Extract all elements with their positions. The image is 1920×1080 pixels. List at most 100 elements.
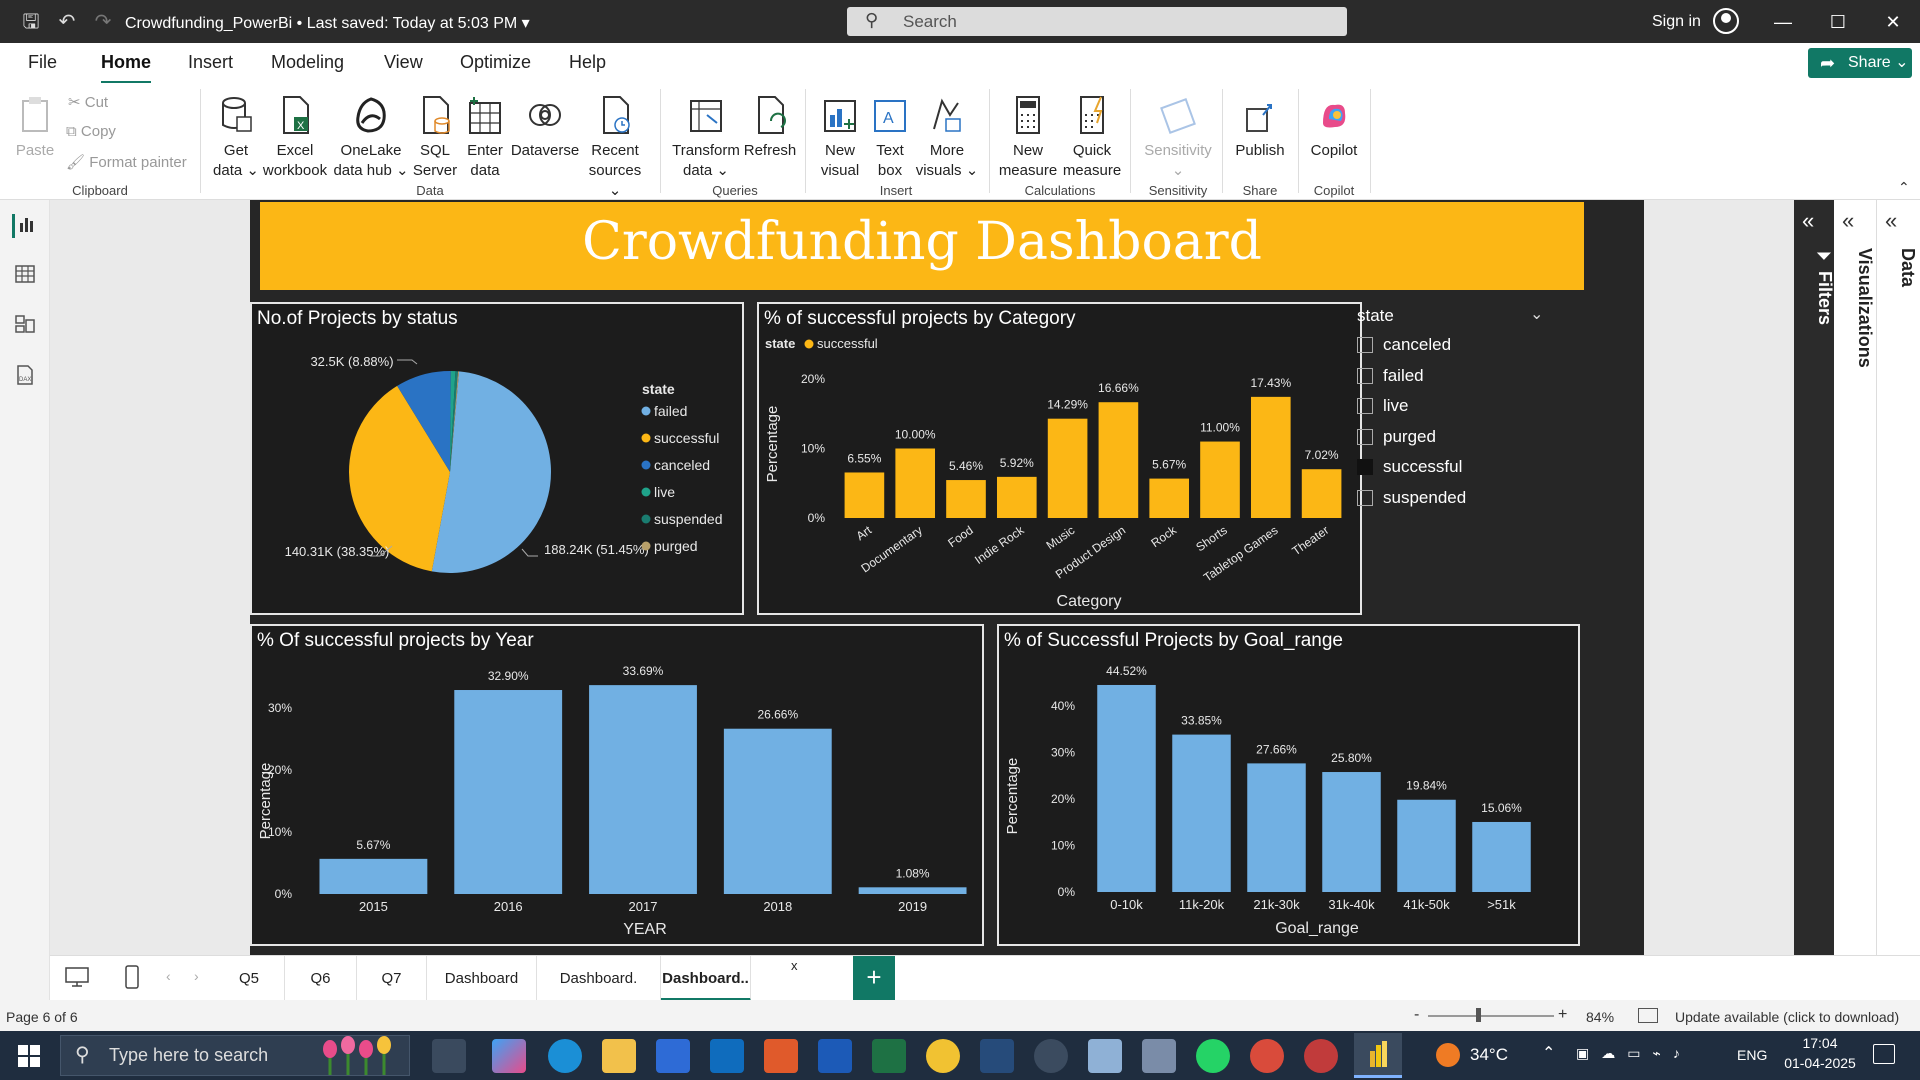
publish-button[interactable]: Publish	[1230, 93, 1290, 161]
snipping-tool-icon[interactable]	[980, 1039, 1014, 1073]
chevron-down-icon[interactable]: ⌄	[1530, 304, 1543, 324]
bar-Tabletop Games[interactable]	[1250, 396, 1291, 518]
chrome-profile-icon[interactable]	[1304, 1039, 1338, 1073]
page-tab-3[interactable]: Q7	[357, 956, 427, 1001]
bar-2015[interactable]	[319, 858, 428, 894]
onelake-data-hub-button[interactable]: OneLake data hub ⌄	[332, 93, 410, 181]
enter-data-button[interactable]: Enter data	[462, 93, 508, 181]
quick-measure-button[interactable]: Quick measure	[1060, 93, 1124, 181]
file-explorer-icon[interactable]	[602, 1039, 636, 1073]
close-icon[interactable]: ✕	[1878, 8, 1908, 36]
excel-workbook-button[interactable]: X Excel workbook	[262, 93, 328, 181]
year-bar-chart[interactable]: 0%10%20%30%5.67%201532.90%201633.69%2017…	[252, 626, 982, 944]
category-bar-chart[interactable]: state successful0%10%20%6.55%Art10.00%Doc…	[759, 304, 1360, 613]
checkbox[interactable]	[1357, 367, 1373, 384]
search-input[interactable]: ⚲ Search	[847, 7, 1347, 36]
menu-file[interactable]: File	[28, 52, 57, 73]
checkbox[interactable]	[1357, 428, 1373, 445]
checkbox[interactable]	[1357, 489, 1373, 506]
refresh-button[interactable]: Refresh	[742, 93, 798, 161]
edge-icon[interactable]	[548, 1039, 582, 1073]
filters-pane[interactable]: « ⏷ Filters	[1794, 200, 1835, 955]
clock[interactable]: 17:04 01-04-2025	[1780, 1035, 1860, 1071]
save-icon[interactable]: 🖫	[18, 9, 44, 35]
windows-start-icon[interactable]	[18, 1045, 40, 1067]
sign-in-link[interactable]: Sign in	[1652, 13, 1701, 31]
chevron-right-icon[interactable]: ›	[194, 968, 199, 984]
menu-insert[interactable]: Insert	[188, 52, 233, 73]
tray-icons[interactable]: ▣☁▭⌁♪	[1576, 1045, 1726, 1065]
avatar-icon[interactable]	[1713, 8, 1739, 34]
notes-icon[interactable]	[1088, 1039, 1122, 1073]
bar-21k-30k[interactable]	[1247, 763, 1306, 892]
expand-icon[interactable]: «	[1802, 208, 1814, 234]
bar-Product Design[interactable]	[1098, 402, 1139, 518]
format-painter-button[interactable]: 🖌 Format painter	[66, 153, 187, 171]
expand-icon[interactable]: «	[1885, 208, 1897, 234]
slicer-item-live[interactable]: live	[1357, 396, 1409, 418]
menu-modeling[interactable]: Modeling	[271, 52, 344, 73]
expand-icon[interactable]: «	[1842, 208, 1854, 234]
maximize-icon[interactable]: ☐	[1823, 8, 1853, 36]
goal-range-bar-chart[interactable]: 0% 10% 20% 30% 40% 44.52% 0-10k 33.85% 11k-20k 27…	[999, 626, 1578, 944]
paint-icon[interactable]	[1142, 1039, 1176, 1073]
bar-2019[interactable]	[858, 887, 967, 894]
page-tab-4[interactable]: Dashboard	[427, 956, 537, 1001]
share-button[interactable]: ➦ Share ⌄	[1808, 48, 1912, 78]
show-hidden-icons[interactable]: ⌃	[1542, 1043, 1555, 1063]
bar-31k-40k[interactable]	[1322, 772, 1381, 892]
checkbox[interactable]	[1357, 459, 1373, 475]
fit-to-page-icon[interactable]	[1638, 1008, 1658, 1023]
page-tab-1[interactable]: Q5	[214, 956, 285, 1001]
model-view-icon[interactable]	[12, 314, 38, 338]
text-box-button[interactable]: A Text box	[866, 93, 914, 181]
page-tab-6[interactable]: Dashboard..	[661, 956, 751, 1001]
status-pie-chart[interactable]: 188.24K (51.45%) 140.31K (38.35%) 32.5K (8…	[252, 304, 742, 613]
bar-Food[interactable]	[946, 480, 986, 518]
sql-server-button[interactable]: SQL Server	[412, 93, 458, 181]
chrome-icon[interactable]	[926, 1039, 960, 1073]
page-tab-2[interactable]: Q6	[285, 956, 357, 1001]
powerbi-taskbar-icon[interactable]	[1354, 1033, 1402, 1078]
bar-Music[interactable]	[1047, 418, 1088, 518]
copilot-button[interactable]: Copilot	[1304, 93, 1364, 161]
slicer-item-canceled[interactable]: canceled	[1357, 335, 1451, 357]
menu-view[interactable]: View	[384, 52, 423, 73]
chevron-left-icon[interactable]: ‹	[166, 968, 171, 984]
year-chart-panel[interactable]: % Of successful projects by Year 0% 10% 20…	[250, 624, 984, 946]
bar-41k-50k[interactable]	[1397, 799, 1456, 892]
recent-sources-button[interactable]: Recent sources ⌄	[582, 93, 648, 201]
outlook-icon[interactable]	[710, 1039, 744, 1073]
bar-Rock[interactable]	[1149, 478, 1190, 518]
transform-data-button[interactable]: Transform data ⌄	[670, 93, 742, 181]
new-visual-button[interactable]: New visual	[814, 93, 866, 181]
goal-chart-panel[interactable]: % of Successful Projects by Goal_range 0…	[997, 624, 1580, 946]
state-slicer[interactable]: state ⌄ canceled failed live purged successf…	[1357, 300, 1557, 520]
slicer-item-successful[interactable]: successful	[1357, 457, 1462, 479]
bar-Shorts[interactable]	[1200, 441, 1240, 518]
document-title[interactable]: Crowdfunding_PowerBi • Last saved: Today…	[125, 13, 530, 33]
store-icon[interactable]	[656, 1039, 690, 1073]
bar-0-10k[interactable]	[1097, 684, 1156, 892]
collapse-ribbon-icon[interactable]: ⌃	[1898, 179, 1910, 196]
slicer-item-suspended[interactable]: suspended	[1357, 488, 1466, 510]
more-visuals-button[interactable]: More visuals ⌄	[914, 93, 980, 181]
paste-button[interactable]: Paste	[14, 93, 56, 161]
table-view-icon[interactable]	[12, 264, 38, 288]
bar-2016[interactable]	[454, 690, 563, 894]
word-icon[interactable]	[818, 1039, 852, 1073]
bar-Art[interactable]	[844, 472, 885, 518]
bar->51k[interactable]	[1472, 821, 1531, 892]
category-chart-panel[interactable]: % of successful projects by Category sta…	[757, 302, 1362, 615]
excel-icon[interactable]	[872, 1039, 906, 1073]
sensitivity-button[interactable]: Sensitivity ⌄	[1138, 93, 1218, 181]
zoom-in-button[interactable]: +	[1558, 1006, 1567, 1024]
zoom-out-button[interactable]: -	[1414, 1006, 1419, 1024]
desktop-layout-icon[interactable]	[64, 966, 90, 988]
undo-icon[interactable]: ↶	[54, 9, 80, 35]
dax-query-view-icon[interactable]: DAX	[12, 364, 38, 388]
data-pane[interactable]: « Data	[1877, 200, 1920, 955]
bar-2017[interactable]	[589, 685, 697, 894]
task-view-icon[interactable]	[432, 1039, 466, 1073]
visualizations-pane[interactable]: « Visualizations	[1834, 200, 1877, 955]
